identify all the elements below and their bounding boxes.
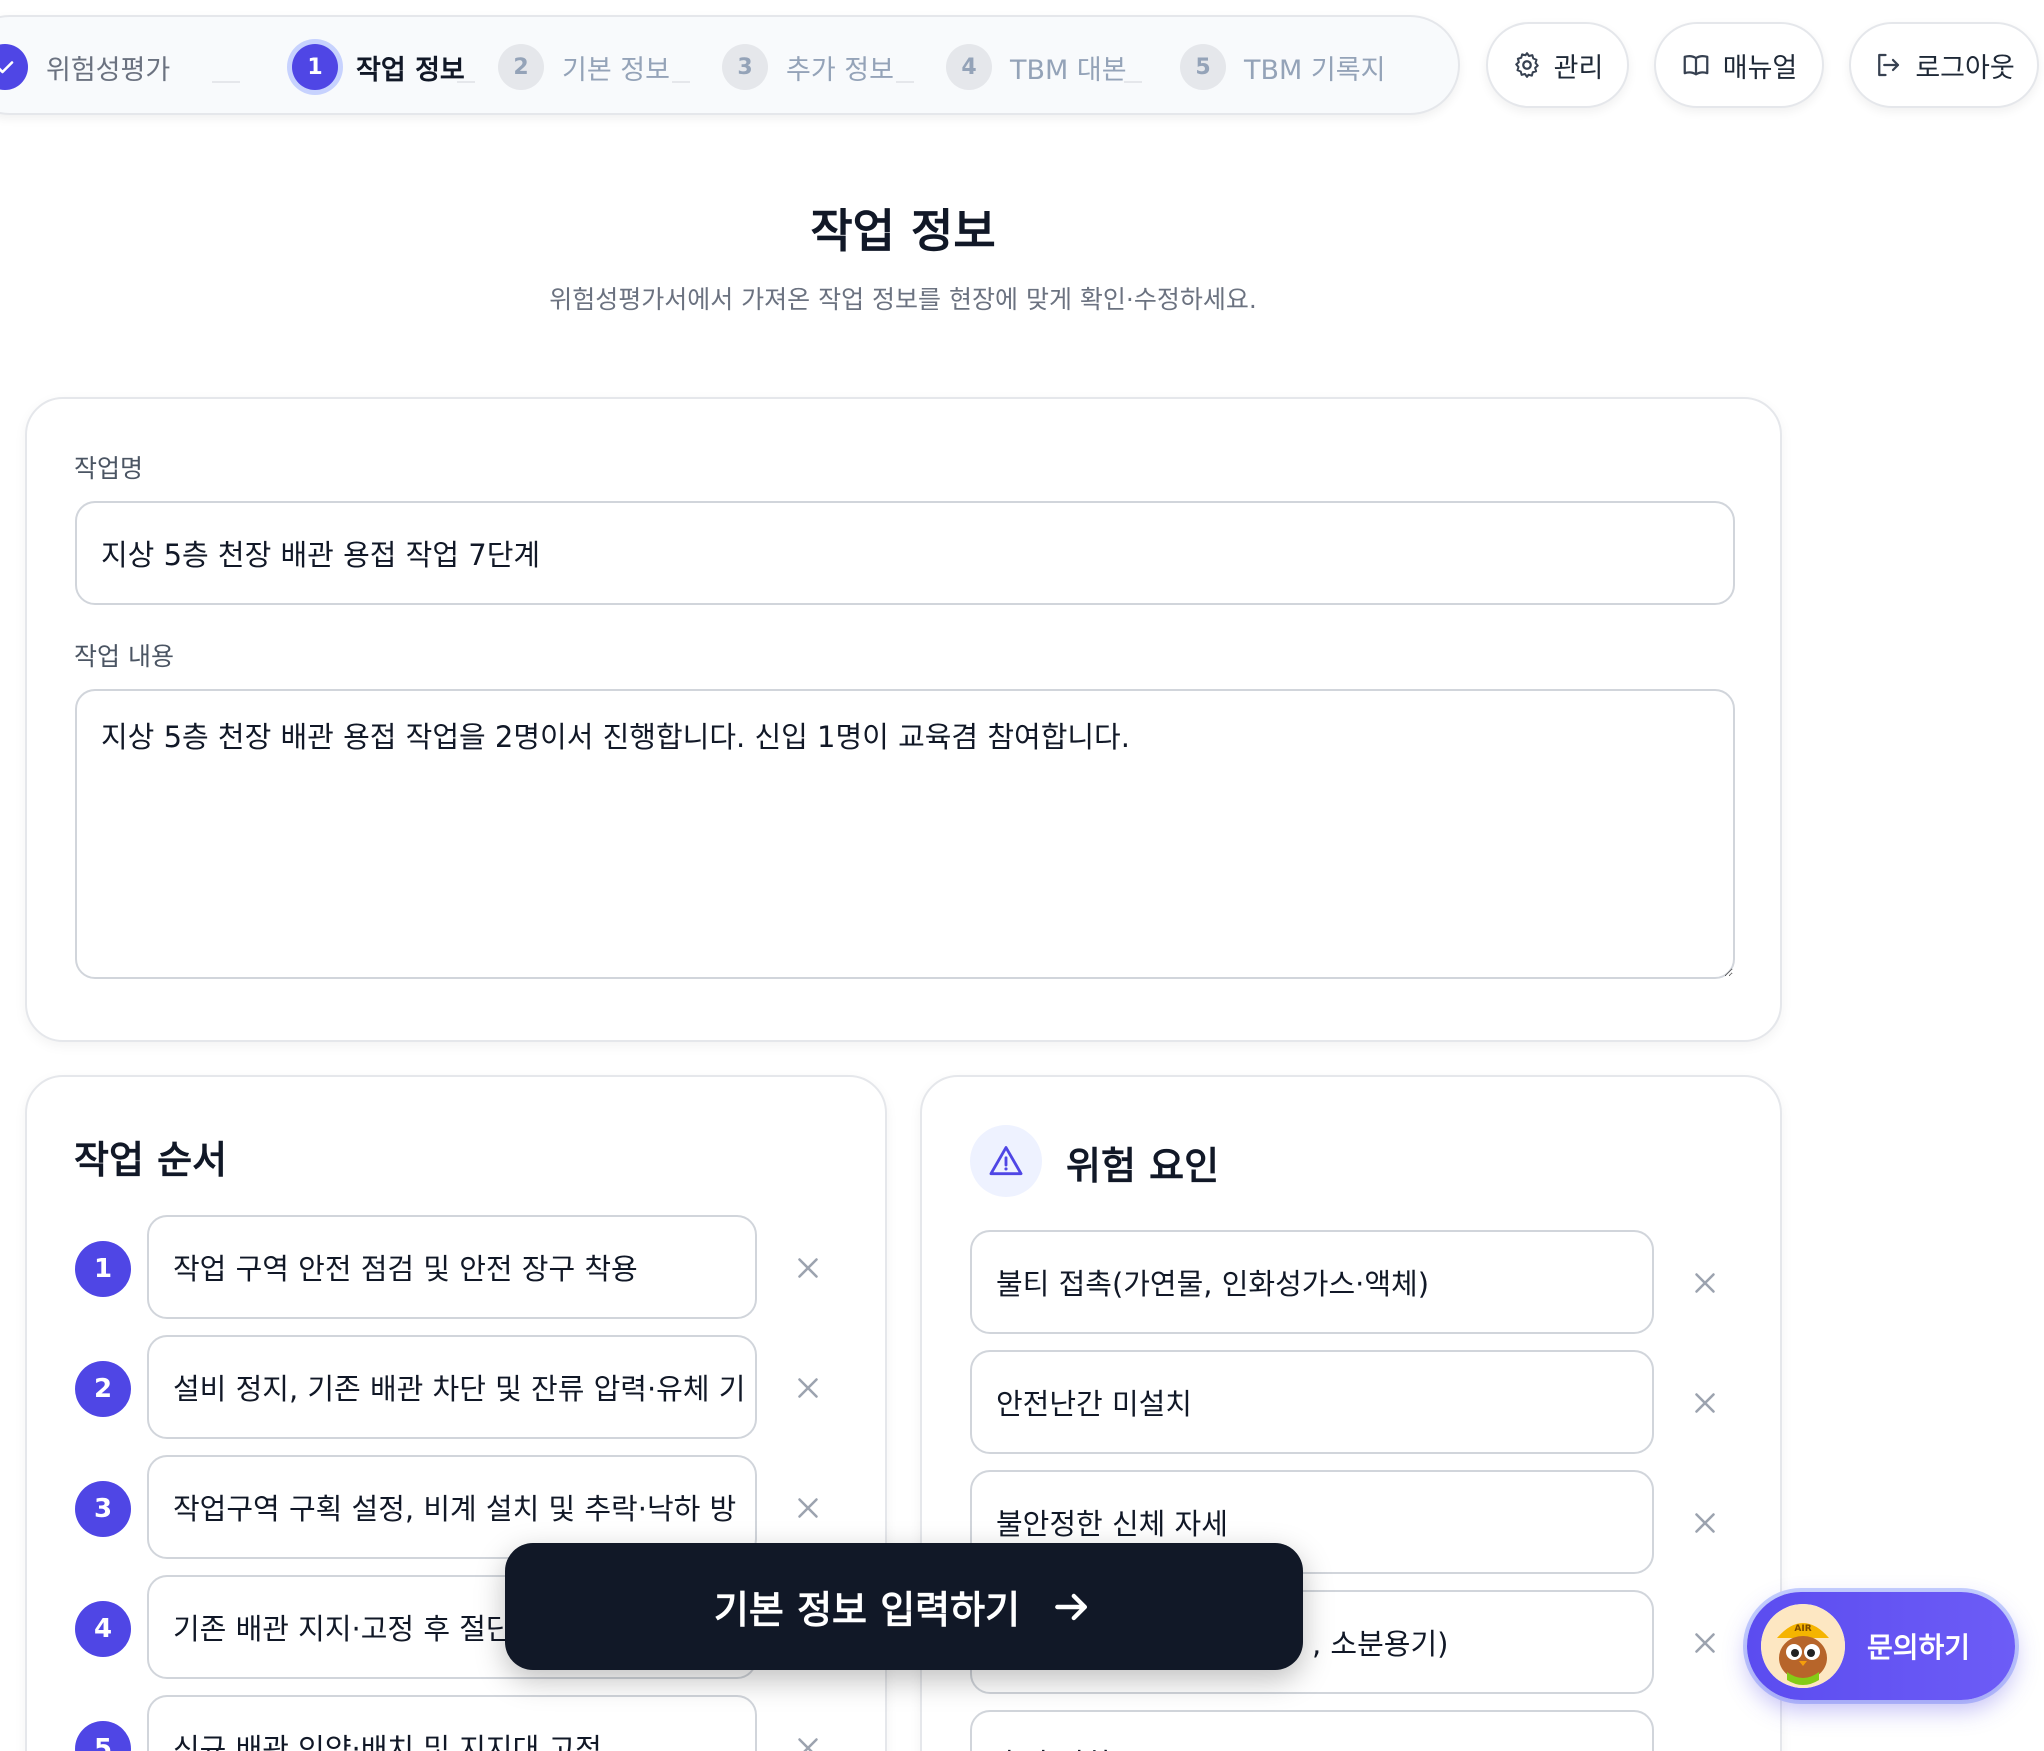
- hazards-title: 위험 요인: [1066, 1144, 1220, 1188]
- step-number-badge: 5: [75, 1721, 131, 1751]
- close-icon[interactable]: [791, 1731, 825, 1751]
- check-icon: [0, 44, 28, 90]
- step-basic-info[interactable]: 2 기본 정보: [498, 17, 670, 117]
- next-basic-info-button[interactable]: 기본 정보 입력하기: [505, 1543, 1303, 1670]
- step-connector: [672, 81, 690, 83]
- step-number: 1: [292, 44, 338, 90]
- warning-icon: [970, 1125, 1042, 1197]
- gear-icon: [1514, 52, 1539, 78]
- manual-button[interactable]: 매뉴얼: [1654, 22, 1824, 108]
- task-content-textarea[interactable]: 지상 5층 천장 배관 용접 작업을 2명이서 진행합니다. 신입 1명이 교육…: [75, 689, 1735, 979]
- logout-label: 로그아웃: [1915, 52, 2015, 84]
- work-order-row: 2 설비 정지, 기존 배관 차단 및 잔류 압력·유체 기: [27, 1335, 885, 1439]
- close-icon[interactable]: [1688, 1386, 1722, 1420]
- task-info-card: 작업명 작업 내용 지상 5층 천장 배관 용접 작업을 2명이서 진행합니다.…: [25, 397, 1782, 1042]
- step-connector: [457, 81, 475, 83]
- step-number: 4: [946, 44, 992, 90]
- step-label: 기본 정보: [562, 54, 670, 86]
- work-order-row: 1 작업 구역 안전 점검 및 안전 장구 착용: [27, 1215, 885, 1319]
- logout-button[interactable]: 로그아웃: [1849, 22, 2039, 108]
- step-connector: [896, 81, 914, 83]
- progress-stepper: 위험성평가 1 작업 정보 2 기본 정보 3 추가 정보 4 TBM 대본 5…: [0, 15, 1460, 115]
- step-risk-assessment[interactable]: 위험성평가: [0, 17, 170, 117]
- step-connector: [1124, 81, 1142, 83]
- close-icon[interactable]: [791, 1371, 825, 1405]
- step-label: TBM 대본: [1010, 54, 1127, 86]
- page-title: 작업 정보: [810, 204, 996, 258]
- work-order-step-input[interactable]: 작업 구역 안전 점검 및 안전 장구 착용: [147, 1215, 757, 1319]
- hazard-row: 불티 접촉(가연물, 인화성가스·액체): [922, 1230, 1780, 1334]
- close-icon[interactable]: [791, 1251, 825, 1285]
- step-connector: [212, 81, 240, 83]
- work-order-step-input[interactable]: 설비 정지, 기존 배관 차단 및 잔류 압력·유체 기: [147, 1335, 757, 1439]
- arrow-right-icon: [1055, 1593, 1088, 1620]
- close-icon[interactable]: [791, 1491, 825, 1525]
- book-icon: [1683, 54, 1709, 76]
- hazard-row: 안전난간 미설치: [922, 1350, 1780, 1454]
- svg-text:AIR: AIR: [1794, 1624, 1811, 1634]
- work-order-row: 5 신규 배관 인양·배치 및 지지대 고정: [27, 1695, 885, 1751]
- owl-mascot-icon: AIR: [1761, 1604, 1845, 1688]
- task-content-label: 작업 내용: [74, 642, 174, 671]
- inquiry-button[interactable]: AIR 문의하기: [1747, 1592, 2015, 1700]
- hazard-input[interactable]: 안전난간 미설치: [970, 1350, 1654, 1454]
- cta-label: 기본 정보 입력하기: [713, 1588, 1021, 1632]
- step-number-badge: 1: [75, 1241, 131, 1297]
- task-name-label: 작업명: [74, 454, 144, 483]
- hazard-row: 추락 낙하: [922, 1710, 1780, 1751]
- step-tbm-record[interactable]: 5 TBM 기록지: [1180, 17, 1385, 117]
- logout-icon: [1878, 53, 1900, 77]
- admin-label: 관리: [1553, 52, 1604, 84]
- step-label: 위험성평가: [46, 54, 171, 86]
- hazard-input[interactable]: 추락 낙하: [970, 1710, 1654, 1751]
- step-number-badge: 2: [75, 1361, 131, 1417]
- step-tbm-script[interactable]: 4 TBM 대본: [946, 17, 1127, 117]
- step-number: 3: [722, 44, 768, 90]
- admin-button[interactable]: 관리: [1486, 22, 1629, 108]
- close-icon[interactable]: [1688, 1266, 1722, 1300]
- close-icon[interactable]: [1688, 1506, 1722, 1540]
- step-task-info[interactable]: 1 작업 정보: [292, 17, 465, 117]
- work-order-title: 작업 순서: [74, 1138, 228, 1182]
- page-subtitle: 위험성평가서에서 가져온 작업 정보를 현장에 맞게 확인·수정하세요.: [549, 285, 1257, 314]
- step-number-badge: 4: [75, 1601, 131, 1657]
- step-label: TBM 기록지: [1244, 54, 1386, 86]
- step-extra-info[interactable]: 3 추가 정보: [722, 17, 894, 117]
- manual-label: 매뉴얼: [1722, 52, 1798, 84]
- step-number-badge: 3: [75, 1481, 131, 1537]
- step-label: 추가 정보: [786, 54, 894, 86]
- hazard-input[interactable]: 불티 접촉(가연물, 인화성가스·액체): [970, 1230, 1654, 1334]
- task-name-input[interactable]: [75, 501, 1735, 605]
- step-label: 작업 정보: [356, 54, 465, 86]
- close-icon[interactable]: [1688, 1626, 1722, 1660]
- step-number: 2: [498, 44, 544, 90]
- work-order-step-input[interactable]: 신규 배관 인양·배치 및 지지대 고정: [147, 1695, 757, 1751]
- step-number: 5: [1180, 44, 1226, 90]
- inquiry-label: 문의하기: [1867, 1631, 1971, 1664]
